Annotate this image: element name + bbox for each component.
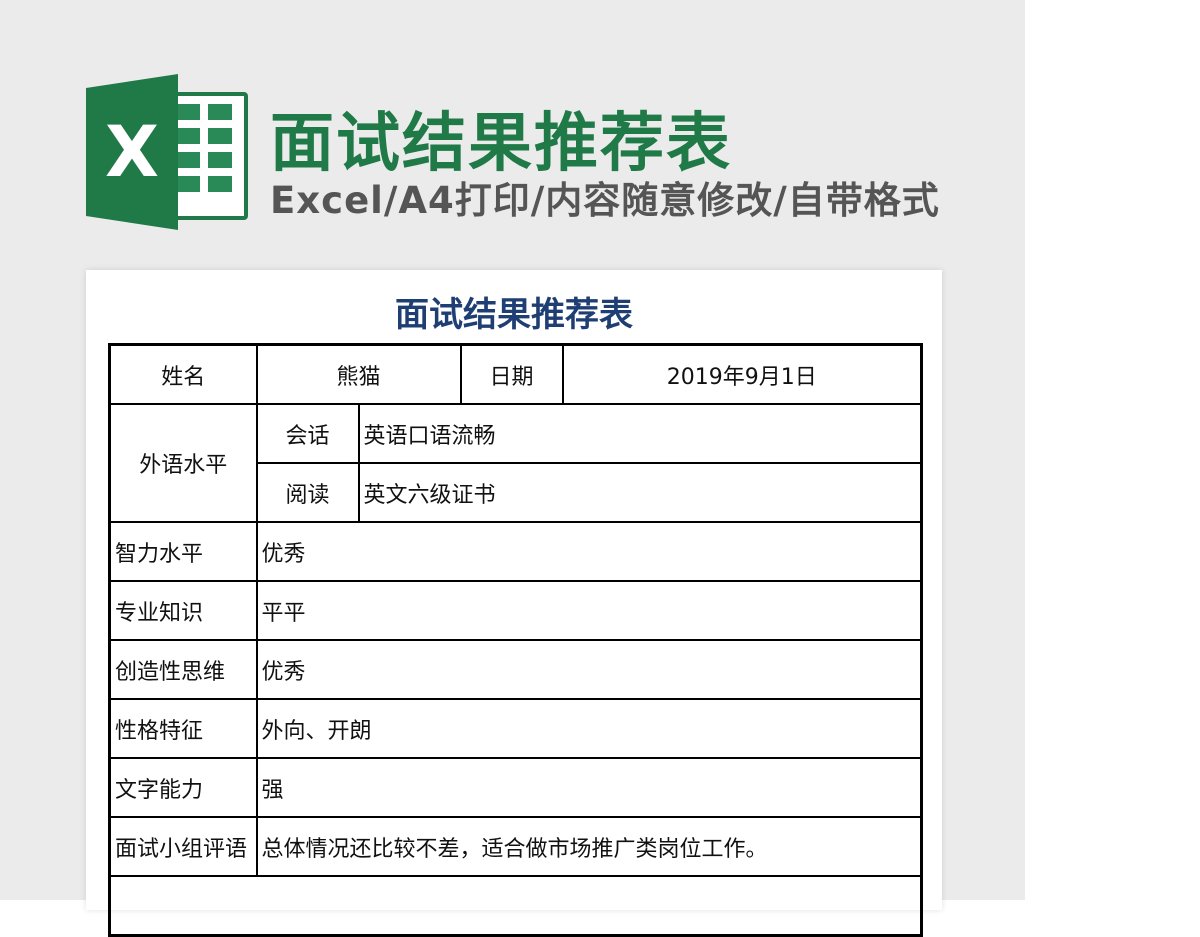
row-value[interactable]: 平平 — [255, 580, 923, 641]
table-row: 面试小组评语 总体情况还比较不差，适合做市场推广类岗位工作。 — [108, 816, 923, 877]
language-label: 外语水平 — [108, 403, 258, 523]
row-label: 智力水平 — [108, 521, 258, 582]
table-row: 专业知识 平平 — [108, 580, 923, 641]
sheet-title: 面试结果推荐表 — [395, 295, 633, 335]
table-row — [108, 875, 923, 937]
row-label: 文字能力 — [108, 757, 258, 818]
row-label: 性格特征 — [108, 698, 258, 759]
table-row: 性格特征 外向、开朗 — [108, 698, 923, 759]
date-label: 日期 — [459, 343, 564, 405]
speaking-label: 会话 — [255, 403, 360, 464]
row-label: 专业知识 — [108, 580, 258, 641]
name-value[interactable]: 熊猫 — [255, 343, 462, 405]
table-row: 外语水平 会话 英语口语流畅 — [108, 403, 923, 523]
row-label: 面试小组评语 — [108, 816, 258, 877]
table-row: 创造性思维 优秀 — [108, 639, 923, 700]
speaking-value[interactable]: 英语口语流畅 — [357, 403, 923, 464]
logo-letter: X — [105, 111, 159, 193]
table-row: 姓名 熊猫 日期 2019年9月1日 — [108, 343, 923, 405]
row-label: 创造性思维 — [108, 639, 258, 700]
excel-logo-icon: X — [86, 74, 248, 230]
date-value[interactable]: 2019年9月1日 — [561, 343, 923, 405]
reading-label: 阅读 — [255, 462, 360, 523]
interview-result-table: 姓名 熊猫 日期 2019年9月1日 外语水平 会话 英语口语流畅 阅读 英文六… — [108, 343, 924, 937]
reading-value[interactable]: 英文六级证书 — [357, 462, 923, 523]
name-label: 姓名 — [108, 343, 258, 405]
row-value[interactable]: 总体情况还比较不差，适合做市场推广类岗位工作。 — [255, 816, 923, 877]
row-value[interactable]: 外向、开朗 — [255, 698, 923, 759]
row-value[interactable]: 优秀 — [255, 639, 923, 700]
table-row: 智力水平 优秀 — [108, 521, 923, 582]
row-value[interactable]: 强 — [255, 757, 923, 818]
empty-row[interactable] — [108, 875, 923, 937]
banner-subtitle: Excel/A4打印/内容随意修改/自带格式 — [270, 179, 940, 222]
table-row: 文字能力 强 — [108, 757, 923, 818]
row-value[interactable]: 优秀 — [255, 521, 923, 582]
